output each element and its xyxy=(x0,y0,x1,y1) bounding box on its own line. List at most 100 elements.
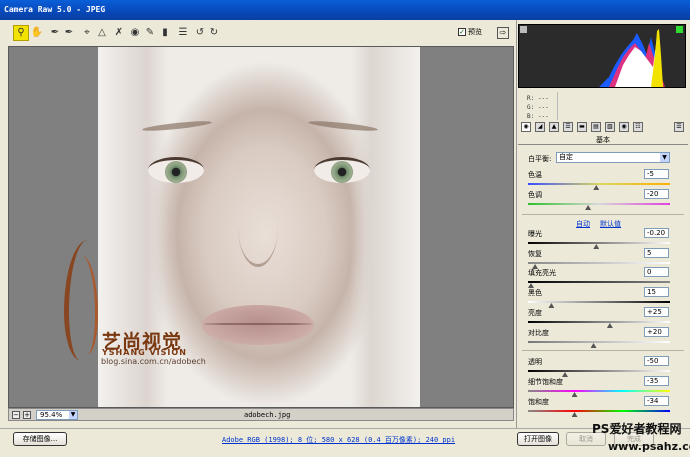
tab-lens-icon[interactable]: ▤ xyxy=(591,122,601,132)
slider-value-input[interactable]: 0 xyxy=(644,267,669,277)
slider-label: 亮度 xyxy=(528,309,542,317)
panel-menu-icon[interactable]: ☰ xyxy=(674,122,684,132)
zoom-level-value: 95.4% xyxy=(40,411,63,419)
shadow-clipping-warning-icon[interactable] xyxy=(520,26,527,33)
open-image-button[interactable]: 打开图像 xyxy=(517,432,559,446)
hand-icon[interactable]: ✋ xyxy=(30,26,44,40)
panel-tabs: ◉ ◢ ▲ ☰ ▬ ▤ ▧ ◉ ☷ ☰ xyxy=(518,122,688,134)
white-balance-value: 自定 xyxy=(559,153,573,161)
chevron-down-icon: ▼ xyxy=(69,411,77,419)
slider-value-input[interactable]: -20 xyxy=(644,189,669,199)
zoom-bar: − + 95.4% ▼ adobech.jpg xyxy=(8,408,514,421)
slider-track[interactable] xyxy=(528,301,670,303)
slider-label: 曝光 xyxy=(528,230,542,238)
graduated-filter-icon[interactable]: ▮ xyxy=(158,26,172,40)
preferences-icon[interactable]: ☰ xyxy=(176,26,190,40)
zoom-icon[interactable]: ⚲ xyxy=(13,25,29,41)
tab-camera-calibration-icon[interactable]: ◉ xyxy=(619,122,629,132)
slider-value-input[interactable]: 15 xyxy=(644,287,669,297)
red-eye-icon[interactable]: ◉ xyxy=(128,26,142,40)
tab-basic-icon[interactable]: ◉ xyxy=(521,122,531,132)
workflow-options-link[interactable]: Adobe RGB (1998); 8 位; 580 x 628 (0.4 百万… xyxy=(222,435,455,445)
zoom-in-button[interactable]: + xyxy=(23,411,31,419)
watermark-brand: YSHANG VISION xyxy=(102,348,187,357)
white-balance-select[interactable]: 自定 ▼ xyxy=(556,152,670,163)
divider xyxy=(557,92,558,120)
slider-value-input[interactable]: -35 xyxy=(644,376,669,386)
tab-presets-icon[interactable]: ☷ xyxy=(633,122,643,132)
g-label: G: xyxy=(527,104,535,111)
zoom-level-select[interactable]: 95.4% ▼ xyxy=(36,410,78,420)
slider-value-input[interactable]: 5 xyxy=(644,248,669,258)
slider-track[interactable] xyxy=(528,183,670,185)
slider-track[interactable] xyxy=(528,203,670,205)
preview-checkbox[interactable]: ✓ 预览 xyxy=(458,27,482,37)
nose xyxy=(238,187,278,267)
crop-icon[interactable]: ⌖ xyxy=(80,26,94,40)
tab-effects-icon[interactable]: ▧ xyxy=(605,122,615,132)
slider-track[interactable] xyxy=(528,341,670,343)
toolbar: ⚲ ✋ ✒ ✒ ⌖ △ ✗ ◉ ✎ ▮ ☰ ↺ ↻ xyxy=(0,20,515,46)
window-title: Camera Raw 5.0 - JPEG xyxy=(0,0,690,20)
white-balance-label: 白平衡: xyxy=(528,155,552,163)
slider-value-input[interactable]: -5 xyxy=(644,169,669,179)
tab-hsl-icon[interactable]: ☰ xyxy=(563,122,573,132)
site-watermark-url: www.psahz.com xyxy=(608,440,690,453)
lips-line xyxy=(204,323,312,325)
slider-label: 对比度 xyxy=(528,329,549,337)
divider xyxy=(522,214,684,215)
highlight-clipping-warning-icon[interactable] xyxy=(676,26,683,33)
slider-label: 恢复 xyxy=(528,250,542,258)
rotate-left-icon[interactable]: ↺ xyxy=(193,26,207,40)
white-balance-icon[interactable]: ✒ xyxy=(48,26,62,40)
straighten-icon[interactable]: △ xyxy=(95,26,109,40)
slider-track[interactable] xyxy=(528,262,670,264)
divider xyxy=(522,350,684,351)
histogram xyxy=(518,24,686,88)
tab-detail-icon[interactable]: ▲ xyxy=(549,122,559,132)
hair-right xyxy=(350,47,420,407)
r-value: --- xyxy=(537,95,549,102)
slider-value-input[interactable]: +25 xyxy=(644,307,669,317)
save-image-button[interactable]: 存储图像... xyxy=(13,432,67,446)
slider-track[interactable] xyxy=(528,390,670,392)
slider-label: 色调 xyxy=(528,191,542,199)
slider-label: 饱和度 xyxy=(528,398,549,406)
r-label: R: xyxy=(527,95,535,102)
section-title: 基本 xyxy=(518,135,688,145)
slider-value-input[interactable]: -50 xyxy=(644,356,669,366)
slider-label: 黑色 xyxy=(528,289,542,297)
watermark-blog: blog.sina.com.cn/adobech xyxy=(101,357,206,366)
slider-label: 细节饱和度 xyxy=(528,378,563,386)
slider-value-input[interactable]: -34 xyxy=(644,396,669,406)
slider-value-input[interactable]: +20 xyxy=(644,327,669,337)
tab-split-toning-icon[interactable]: ▬ xyxy=(577,122,587,132)
rgb-readout: R: --- G: --- B: --- xyxy=(527,94,549,121)
preview-label: 预览 xyxy=(468,28,482,36)
eye-left xyxy=(148,157,204,183)
adjustment-brush-icon[interactable]: ✎ xyxy=(143,26,157,40)
fullscreen-icon[interactable]: ⇨ xyxy=(497,27,509,39)
checkmark-icon: ✓ xyxy=(458,28,466,36)
slider-track[interactable] xyxy=(528,242,670,244)
default-link[interactable]: 默认值 xyxy=(600,219,621,229)
auto-link[interactable]: 自动 xyxy=(576,219,590,229)
chevron-down-icon: ▼ xyxy=(660,153,669,162)
slider-track[interactable] xyxy=(528,410,670,412)
color-sampler-icon[interactable]: ✒ xyxy=(62,26,76,40)
rotate-right-icon[interactable]: ↻ xyxy=(207,26,221,40)
slider-label: 填充亮光 xyxy=(528,269,556,277)
site-watermark-title: PS爱好者教程网 xyxy=(592,422,682,436)
slider-track[interactable] xyxy=(528,321,670,323)
zoom-out-button[interactable]: − xyxy=(12,411,20,419)
slider-value-input[interactable]: -0.20 xyxy=(644,228,669,238)
spot-removal-icon[interactable]: ✗ xyxy=(112,26,126,40)
eye-right xyxy=(314,157,370,183)
slider-label: 色温 xyxy=(528,171,542,179)
slider-track[interactable] xyxy=(528,370,670,372)
slider-label: 透明 xyxy=(528,358,542,366)
slider-track[interactable] xyxy=(528,281,670,283)
tab-tone-curve-icon[interactable]: ◢ xyxy=(535,122,545,132)
lips xyxy=(202,305,314,345)
file-name: adobech.jpg xyxy=(244,411,291,419)
